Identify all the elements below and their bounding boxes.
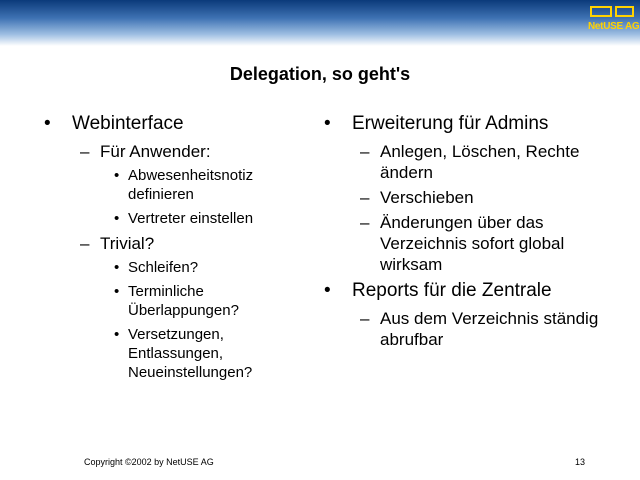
subsub-text: Abwesenheitsnotiz definieren xyxy=(128,167,254,203)
bullet-reports: • Reports für die Zentrale xyxy=(324,279,624,302)
logo-box-right xyxy=(615,6,634,17)
sub-text: Anlegen, Löschen, Rechte ändern xyxy=(380,142,580,182)
sub-aus-dem-verzeichnis: – Aus dem Verzeichnis ständig abrufbar xyxy=(324,308,624,350)
sub-text: Für Anwender: xyxy=(100,142,211,161)
subsub-text: Schleifen? xyxy=(128,259,199,276)
bullet-text: Reports für die Zentrale xyxy=(352,280,552,301)
subsub-terminliche: • Terminliche Überlappungen? xyxy=(44,282,304,320)
subsub-vertreter: • Vertreter einstellen xyxy=(44,209,304,228)
bullet-marker: • xyxy=(114,210,120,227)
footer-copyright: Copyright ©2002 by NetUSE AG xyxy=(84,457,214,467)
logo-brand-text: NetUSE AG xyxy=(588,21,640,32)
dash-marker: – xyxy=(360,309,370,328)
bullet-marker: • xyxy=(324,113,331,134)
dash-marker: – xyxy=(360,142,370,161)
subsub-text: Terminliche Überlappungen? xyxy=(128,283,239,319)
sub-text: Änderungen über das Verzeichnis sofort g… xyxy=(380,213,565,274)
sub-aenderungen: – Änderungen über das Verzeichnis sofort… xyxy=(324,212,624,275)
left-column: • Webinterface – Für Anwender: • Abwesen… xyxy=(44,112,304,387)
bullet-erweiterung: • Erweiterung für Admins xyxy=(324,112,624,135)
bullet-webinterface: • Webinterface xyxy=(44,112,304,135)
bullet-marker: • xyxy=(114,326,120,343)
sub-text: Aus dem Verzeichnis ständig abrufbar xyxy=(380,309,599,349)
logo-box-left xyxy=(590,6,612,17)
bullet-text: Webinterface xyxy=(72,113,184,134)
page-number: 13 xyxy=(575,457,586,467)
sub-verschieben: – Verschieben xyxy=(324,187,624,208)
sub-text: Trivial? xyxy=(100,234,155,253)
slide: NetUSE AG Delegation, so geht's • Webint… xyxy=(0,0,640,480)
sub-trivial: – Trivial? xyxy=(44,233,304,254)
subsub-abwesenheitsnotiz: • Abwesenheitsnotiz definieren xyxy=(44,166,304,204)
sub-text: Verschieben xyxy=(380,188,474,207)
sub-anlegen: – Anlegen, Löschen, Rechte ändern xyxy=(324,141,624,183)
dash-marker: – xyxy=(80,234,90,253)
bullet-marker: • xyxy=(324,280,331,301)
subsub-text: Vertreter einstellen xyxy=(128,210,254,227)
dash-marker: – xyxy=(360,188,370,207)
slide-title: Delegation, so geht's xyxy=(229,64,411,84)
bullet-text: Erweiterung für Admins xyxy=(352,113,549,134)
dash-marker: – xyxy=(360,213,370,232)
bullet-marker: • xyxy=(44,113,51,134)
bullet-marker: • xyxy=(114,283,120,300)
right-column: • Erweiterung für Admins – Anlegen, Lösc… xyxy=(324,112,624,354)
dash-marker: – xyxy=(80,142,90,161)
bullet-marker: • xyxy=(114,259,120,276)
header-band xyxy=(0,0,640,46)
netuse-logo: NetUSE AG xyxy=(588,6,640,38)
sub-fuer-anwender: – Für Anwender: xyxy=(44,141,304,162)
subsub-versetzungen: • Versetzungen, Entlassungen, Neueinstel… xyxy=(44,325,304,382)
subsub-text: Versetzungen, Entlassungen, Neueinstellu… xyxy=(128,326,253,381)
subsub-schleifen: • Schleifen? xyxy=(44,258,304,277)
bullet-marker: • xyxy=(114,167,120,184)
